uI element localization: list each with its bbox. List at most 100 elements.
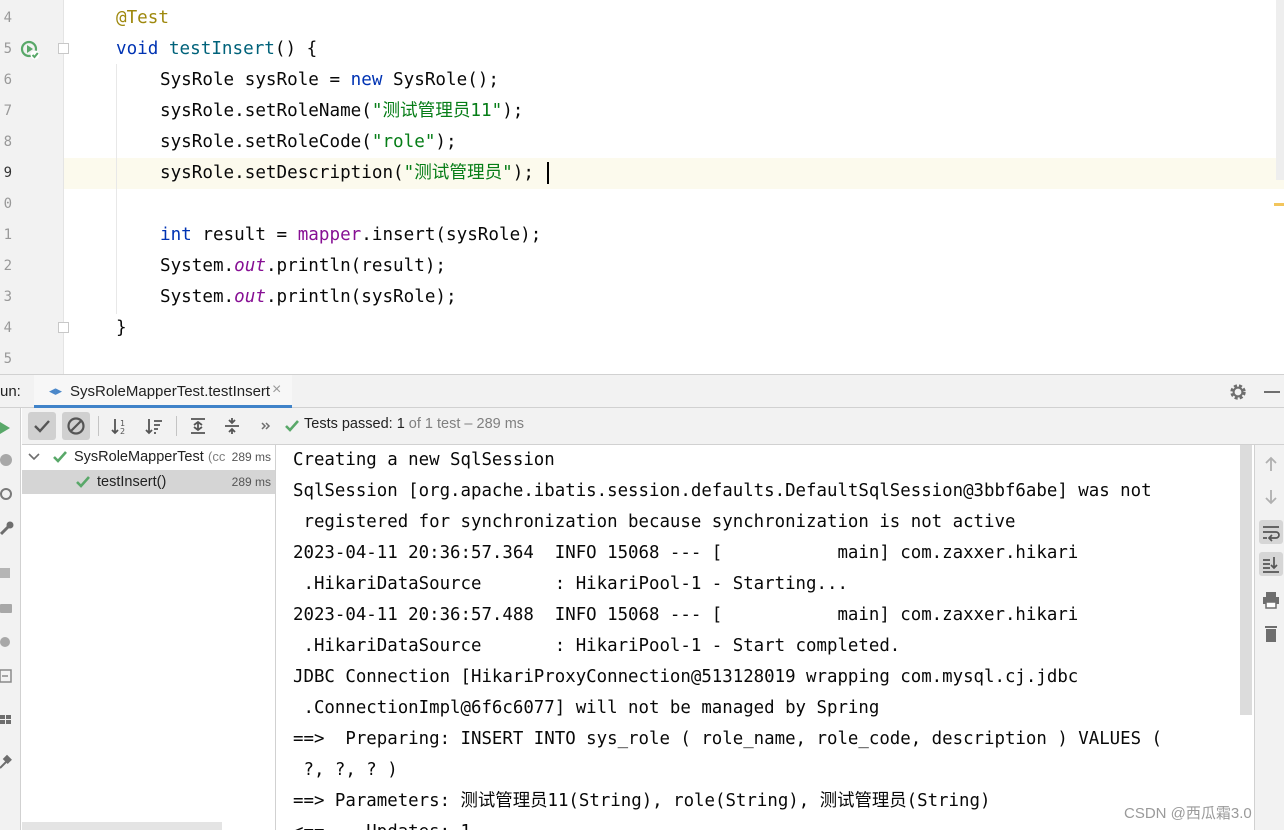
- coverage-icon[interactable]: [0, 634, 16, 650]
- fold-marker-icon[interactable]: [58, 43, 69, 54]
- soft-wrap-icon: [1263, 526, 1280, 542]
- code-line: void testInsert() {: [116, 34, 317, 65]
- test-results-tree[interactable]: SysRoleMapperTest (cc 289 ms testInsert(…: [22, 445, 276, 830]
- sort-by-duration-button[interactable]: [140, 412, 168, 440]
- code-text: }: [116, 318, 127, 338]
- console-line: ==> Preparing: INSERT INTO sys_role ( ro…: [293, 729, 1163, 749]
- show-passed-button[interactable]: [28, 412, 56, 440]
- tree-horizontal-scrollbar[interactable]: [22, 822, 222, 830]
- scroll-down-button[interactable]: [1259, 485, 1283, 509]
- code-line: sysRole.setRoleName("测试管理员11");: [160, 96, 523, 127]
- scroll-up-icon: [1265, 456, 1277, 471]
- rerun-failed-icon[interactable]: [0, 452, 16, 468]
- code-text: result =: [191, 225, 298, 245]
- tests-passed-status: Tests passed: 1 of 1 test – 289 ms: [304, 416, 524, 432]
- code-text: .println(sysRole);: [265, 287, 457, 307]
- console-scrollbar[interactable]: [1240, 445, 1252, 715]
- layout-icon[interactable]: [0, 712, 16, 728]
- close-icon[interactable]: ×: [272, 381, 281, 399]
- run-config-tab[interactable]: ◂▸ SysRoleMapperTest.testInsert ×: [34, 375, 292, 408]
- code-text: .insert(sysRole);: [361, 225, 542, 245]
- line-number: 5: [3, 41, 12, 57]
- code-text: System.: [160, 256, 235, 276]
- line-number: 3: [3, 289, 12, 305]
- scroll-down-icon: [1265, 490, 1277, 505]
- test-config-icon: ◂▸: [49, 383, 63, 398]
- line-number: 8: [3, 134, 12, 150]
- editor-scrollbar[interactable]: [1276, 0, 1284, 180]
- code-text: sysRole.setDescription(: [160, 163, 404, 183]
- static-field-token: out: [234, 256, 266, 276]
- gear-icon[interactable]: [1228, 382, 1248, 402]
- chevron-down-icon[interactable]: [28, 452, 40, 462]
- export-icon[interactable]: [0, 668, 16, 684]
- keyword-token: void: [116, 39, 159, 59]
- minimize-icon[interactable]: [1264, 391, 1280, 393]
- string-token: "测试管理员11": [371, 101, 503, 121]
- code-editor[interactable]: 4 5 6 7 8 9 0 1 2 3 4 5 @Test void testI…: [0, 0, 1284, 374]
- warning-stripe-marker[interactable]: [1274, 203, 1284, 206]
- pin-icon[interactable]: [0, 754, 16, 770]
- keyword-token: new: [350, 70, 383, 90]
- more-icon: [261, 422, 271, 430]
- collapse-all-button[interactable]: [218, 412, 246, 440]
- code-line: SysRole sysRole = new SysRole();: [160, 65, 499, 96]
- line-number: 0: [3, 196, 12, 212]
- test-runner-toolbar: 12 Tests passed: 1 of 1 test – 289 ms: [22, 408, 1284, 445]
- scroll-to-end-icon: [1263, 557, 1279, 573]
- show-passed-icon: [34, 420, 50, 433]
- clear-all-button[interactable]: [1259, 622, 1283, 646]
- suite-extra: (cc: [208, 449, 226, 464]
- console-line: ?, ?, ? ): [293, 760, 398, 780]
- tree-test-row[interactable]: testInsert() 289 ms: [22, 470, 275, 494]
- run-tab-label: SysRoleMapperTest.testInsert: [70, 383, 271, 400]
- console-output[interactable]: Creating a new SqlSession SqlSession [or…: [277, 445, 1253, 830]
- indent-guide: [116, 64, 117, 314]
- console-line: Creating a new SqlSession: [293, 450, 555, 470]
- rerun-icon[interactable]: [0, 420, 16, 436]
- print-icon: [1263, 592, 1279, 609]
- code-line: }: [116, 313, 127, 344]
- tree-suite-row[interactable]: SysRoleMapperTest (cc 289 ms: [22, 445, 275, 469]
- run-tool-window-header: un: ◂▸ SysRoleMapperTest.testInsert ×: [0, 374, 1284, 408]
- code-text: SysRole();: [382, 70, 499, 90]
- status-prefix: Tests passed:: [304, 416, 397, 432]
- toolbar-separator: [176, 416, 177, 436]
- code-line: sysRole.setDescription("测试管理员");: [160, 158, 534, 189]
- toolbar-separator: [98, 416, 99, 436]
- collapse-all-icon: [225, 418, 239, 434]
- code-text: sysRole.setRoleName(: [160, 101, 372, 121]
- console-line: ==> Parameters: 测试管理员11(String), role(St…: [293, 791, 991, 811]
- soft-wrap-button[interactable]: [1259, 520, 1283, 544]
- scroll-to-end-button[interactable]: [1259, 552, 1283, 576]
- line-number: 5: [3, 351, 12, 367]
- code-line: System.out.println(result);: [160, 251, 446, 282]
- test-passed-icon: [285, 420, 299, 432]
- suite-duration: 289 ms: [231, 450, 271, 464]
- show-ignored-icon: [67, 417, 85, 435]
- code-text: System.: [160, 287, 235, 307]
- console-line: .HikariDataSource : HikariPool-1 - Start…: [293, 636, 901, 656]
- expand-all-button[interactable]: [184, 412, 212, 440]
- annotation-token: @Test: [116, 8, 169, 28]
- print-button[interactable]: [1259, 588, 1283, 612]
- camera-icon[interactable]: [0, 600, 16, 616]
- console-line: registered for synchronization because s…: [293, 512, 1016, 532]
- toggle-auto-test-icon[interactable]: [0, 486, 16, 502]
- string-token: "测试管理员": [403, 163, 513, 183]
- text-caret: [547, 162, 549, 184]
- fold-marker-icon[interactable]: [58, 322, 69, 333]
- more-actions-button[interactable]: [252, 412, 280, 440]
- line-number: 4: [3, 10, 12, 26]
- wrench-icon[interactable]: [0, 520, 16, 536]
- stop-icon[interactable]: [0, 566, 16, 582]
- line-number: 2: [3, 258, 12, 274]
- string-token: "role": [371, 132, 436, 152]
- sort-alphabetically-button[interactable]: 12: [106, 412, 134, 440]
- scroll-up-button[interactable]: [1259, 452, 1283, 476]
- run-test-passed-icon[interactable]: [20, 40, 40, 60]
- svg-text:2: 2: [120, 427, 125, 436]
- show-ignored-button[interactable]: [62, 412, 90, 440]
- status-rest: of 1 test – 289 ms: [404, 416, 525, 432]
- method-name-token: testInsert: [168, 39, 275, 59]
